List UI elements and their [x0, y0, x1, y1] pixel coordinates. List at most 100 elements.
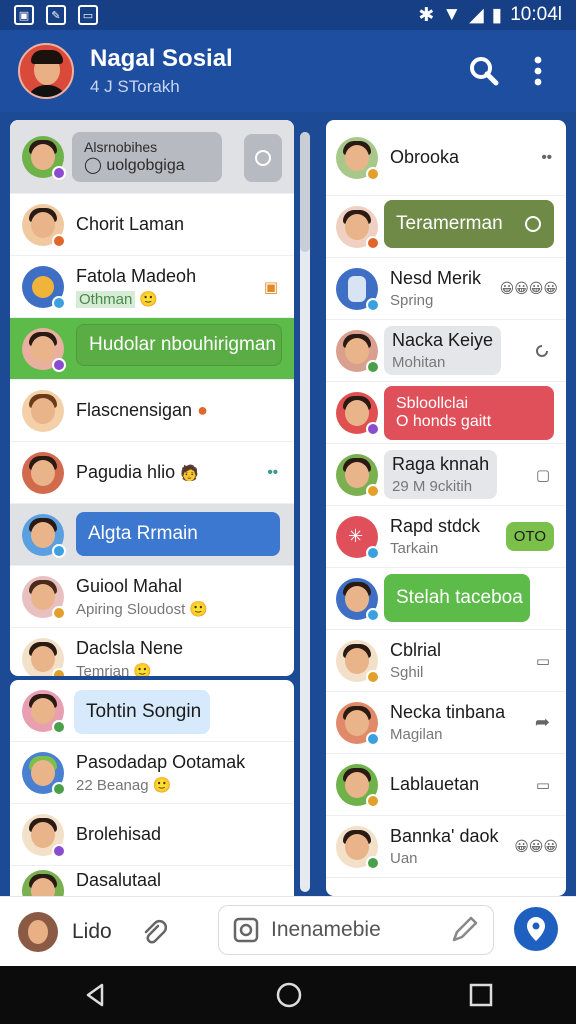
- chat-name: Pasodadap Ootamak: [76, 751, 246, 772]
- home-icon[interactable]: [275, 981, 303, 1009]
- location-pin-icon: [527, 917, 545, 941]
- scrollbar[interactable]: [300, 132, 310, 892]
- circle-icon: [525, 216, 541, 232]
- back-icon[interactable]: [82, 981, 110, 1009]
- folder-icon[interactable]: ▢: [536, 466, 550, 484]
- message-bubble[interactable]: Tohtin Songin: [74, 690, 210, 734]
- more-dots-icon[interactable]: ••: [267, 464, 278, 481]
- avatar: [22, 203, 66, 248]
- chat-name: Necka tinbana: [390, 702, 506, 722]
- chat-name: Flascnensigan ●: [76, 400, 208, 420]
- chat-row[interactable]: Pasodadap Ootamak 22 Beanag 🙂: [10, 742, 294, 804]
- message-bubble[interactable]: Stelah taceboa: [384, 574, 530, 622]
- pinned-message-bubble[interactable]: Alsrnobihes ◯ uolgobgiga: [72, 132, 222, 182]
- bubble-subtext: O honds gaitt: [396, 413, 492, 430]
- chat-name: Fatola Madeoh: [76, 265, 197, 286]
- chat-row[interactable]: Chorit Laman: [10, 194, 294, 256]
- avatar: [336, 639, 380, 684]
- profile-avatar[interactable]: [18, 43, 74, 99]
- chat-preview: Magilan: [390, 726, 443, 743]
- chat-row[interactable]: Sbloollclai O honds gaitt: [326, 382, 566, 444]
- message-input[interactable]: Inenamebie: [218, 905, 494, 955]
- status-tag[interactable]: OTO: [505, 522, 554, 551]
- chat-preview: Sghil: [390, 664, 424, 681]
- pinned-action-button[interactable]: [244, 134, 282, 182]
- user-label: Lido: [72, 919, 112, 943]
- notification-edit-icon: ✎: [46, 5, 66, 25]
- message-input-placeholder: Inenamebie: [271, 918, 381, 941]
- overflow-menu-button[interactable]: [518, 51, 558, 91]
- share-icon[interactable]: ➦: [535, 712, 550, 733]
- chat-row[interactable]: Raga knnah 29 M 9ckitih ▢: [326, 444, 566, 506]
- sticker-icon: 🧑: [180, 465, 199, 482]
- emoji-badge-icon: ▣: [263, 278, 278, 296]
- pinned-bubble-title: Alsrnobihes: [84, 139, 158, 155]
- unread-dot-icon: ●: [197, 400, 208, 420]
- chat-row[interactable]: ✳ Rapd stdck Tarkain OTO: [326, 506, 566, 568]
- chat-row[interactable]: Obrooka ••: [326, 120, 566, 196]
- chat-row[interactable]: Teramerman: [326, 196, 566, 258]
- chat-row[interactable]: Nesd Merik Spring 😀😀😀😀: [326, 258, 566, 320]
- bluetooth-icon: ✱: [418, 4, 435, 26]
- message-bubble[interactable]: Nacka Keiye Mohitan: [384, 326, 502, 375]
- caption-icon[interactable]: ▭: [536, 652, 550, 670]
- scrollbar-thumb[interactable]: [300, 132, 310, 252]
- chat-row[interactable]: Guiool Mahal Apiring Sloudost 🙂: [10, 566, 294, 628]
- avatar: [22, 265, 66, 310]
- chat-name: Obrooka: [390, 147, 460, 167]
- chat-row[interactable]: Nacka Keiye Mohitan: [326, 320, 566, 382]
- avatar: [336, 453, 380, 498]
- media-icon[interactable]: ▭: [536, 776, 550, 794]
- status-bar: ▣ ✎ ▭ ✱ ▼ ◢ ▮ 10:04l: [0, 0, 576, 30]
- chat-row[interactable]: Daclsla Nene Temrian 🙂: [10, 628, 294, 676]
- attach-icon[interactable]: [140, 918, 168, 946]
- chat-list-left: Alsrnobihes ◯ uolgobgiga Chorit Laman Fa…: [10, 120, 294, 676]
- recents-icon[interactable]: [468, 982, 494, 1008]
- chat-row[interactable]: Bannka' daok Uan 😀😀😀: [326, 816, 566, 878]
- wifi-icon: ▼: [442, 4, 462, 25]
- chat-row[interactable]: Flascnensigan ●: [10, 380, 294, 442]
- chat-list-right: Obrooka •• Teramerman Nesd Merik Spring …: [326, 120, 566, 896]
- chat-row-selected[interactable]: Algta Rrmain: [10, 504, 294, 566]
- signal-icon: ◢: [469, 4, 484, 26]
- avatar: [22, 689, 66, 734]
- message-bubble[interactable]: Hudolar nbouhirigman: [76, 324, 282, 366]
- avatar: [336, 825, 380, 870]
- refresh-icon[interactable]: [534, 343, 550, 359]
- chat-row[interactable]: Pagudia hlio 🧑 ••: [10, 442, 294, 504]
- message-bubble[interactable]: Sbloollclai O honds gaitt: [384, 386, 554, 440]
- avatar: ✳: [336, 515, 380, 560]
- chat-row[interactable]: Fatola Madeoh Othman 🙂 ▣: [10, 256, 294, 318]
- chat-name: Nacka Keiye: [392, 330, 494, 350]
- chat-row[interactable]: Brolehisad: [10, 804, 294, 866]
- message-bubble[interactable]: Raga knnah 29 M 9ckitih: [384, 450, 498, 499]
- chat-name: Brolehisad: [76, 824, 162, 844]
- avatar: [336, 577, 380, 622]
- circle-icon: [255, 150, 271, 166]
- chat-row[interactable]: Cblrial Sghil ▭: [326, 630, 566, 692]
- search-button[interactable]: [464, 51, 504, 91]
- camera-icon[interactable]: [233, 917, 259, 943]
- chat-row[interactable]: Dasalutaal: [10, 866, 294, 896]
- my-avatar[interactable]: [18, 911, 58, 952]
- pinned-chat-row[interactable]: Alsrnobihes ◯ uolgobgiga: [10, 120, 294, 194]
- emoji-reactions-icon: 😀😀😀😀: [499, 280, 558, 296]
- notification-image-icon: ▭: [78, 5, 98, 25]
- chat-name: Raga knnah: [392, 454, 490, 474]
- chat-preview: Temrian: [76, 662, 130, 677]
- location-button[interactable]: [514, 907, 558, 951]
- more-dots-icon[interactable]: ••: [541, 149, 552, 166]
- chat-row[interactable]: Stelah taceboa: [326, 568, 566, 630]
- avatar: [336, 136, 380, 181]
- message-bubble[interactable]: Teramerman: [384, 200, 554, 248]
- avatar: [22, 135, 66, 180]
- emoji: 🙂: [133, 662, 153, 677]
- chat-row[interactable]: Tohtin Songin: [10, 680, 294, 742]
- chat-row[interactable]: Necka tinbana Magilan ➦: [326, 692, 566, 754]
- avatar: [336, 329, 380, 374]
- chat-row[interactable]: Lablauetan ▭: [326, 754, 566, 816]
- message-bubble[interactable]: Algta Rrmain: [76, 512, 280, 556]
- chat-row-highlighted[interactable]: Hudolar nbouhirigman: [10, 318, 294, 380]
- pencil-icon[interactable]: [449, 915, 479, 945]
- bubble-text: Teramerman: [396, 213, 503, 234]
